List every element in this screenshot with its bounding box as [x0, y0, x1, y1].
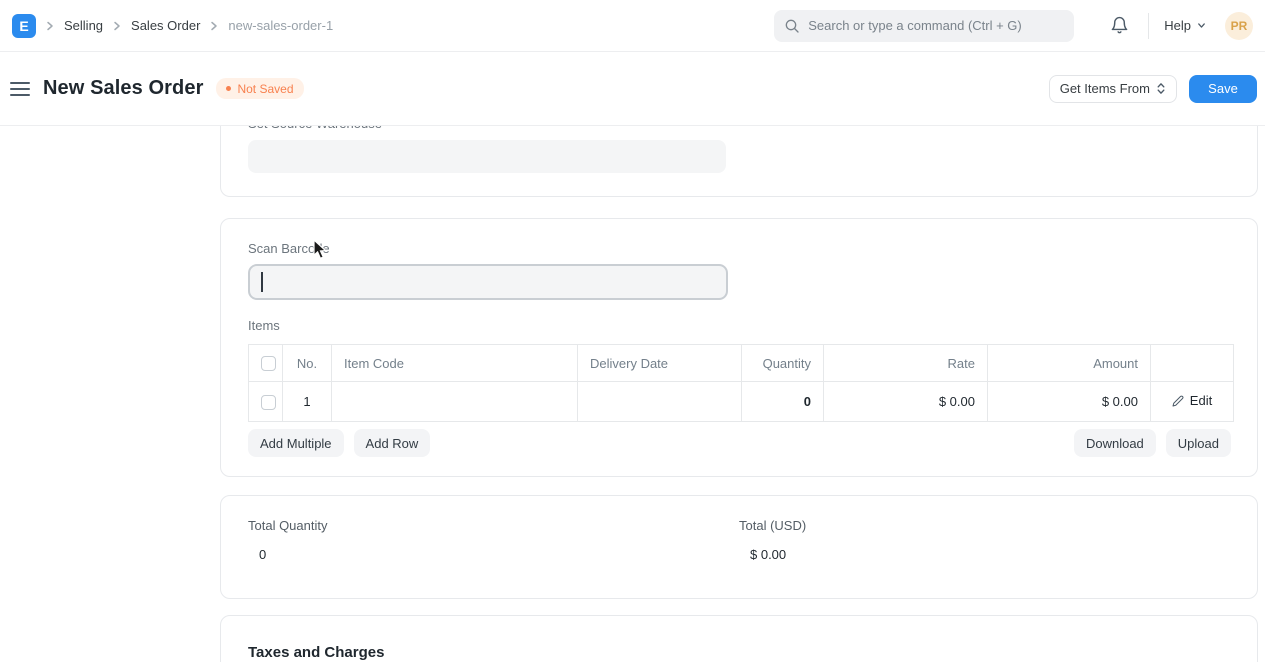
status-badge: Not Saved: [216, 78, 303, 99]
get-items-from-label: Get Items From: [1060, 81, 1150, 96]
breadcrumb-sales-order[interactable]: Sales Order: [131, 18, 200, 33]
chevron-right-icon: [207, 19, 221, 33]
bell-icon: [1110, 16, 1129, 35]
form-body: Set Source Warehouse Scan Barcode Items …: [0, 126, 1265, 662]
delivery-date-cell[interactable]: [578, 382, 742, 422]
row-index: 1: [283, 382, 332, 422]
breadcrumb: Selling Sales Order new-sales-order-1: [36, 18, 333, 33]
select-arrows-icon: [1156, 82, 1166, 95]
scan-barcode-label: Scan Barcode: [248, 241, 1231, 257]
status-dot-icon: [226, 86, 231, 91]
source-warehouse-section: Set Source Warehouse: [220, 126, 1258, 197]
column-header-rate: Rate: [824, 345, 988, 382]
breadcrumb-current: new-sales-order-1: [228, 18, 333, 33]
total-quantity-value: 0: [248, 547, 739, 562]
column-header-quantity: Quantity: [742, 345, 824, 382]
download-button[interactable]: Download: [1074, 429, 1156, 457]
select-all-checkbox[interactable]: [261, 356, 276, 371]
status-badge-label: Not Saved: [237, 82, 293, 96]
help-label: Help: [1164, 18, 1191, 33]
taxes-section: Taxes and Charges: [220, 615, 1258, 662]
get-items-from-button[interactable]: Get Items From: [1049, 75, 1177, 103]
quantity-cell[interactable]: 0: [742, 382, 824, 422]
top-navbar: E Selling Sales Order new-sales-order-1: [0, 0, 1265, 52]
edit-row-button[interactable]: Edit: [1172, 393, 1212, 408]
items-section: Scan Barcode Items No. Item Code Deliver…: [220, 218, 1258, 477]
items-table-header-row: No. Item Code Delivery Date Quantity Rat…: [249, 345, 1234, 382]
total-usd-value: $ 0.00: [739, 547, 1230, 562]
source-warehouse-label: Set Source Warehouse: [248, 126, 1230, 132]
chevron-down-icon: [1196, 20, 1207, 31]
taxes-section-title: Taxes and Charges: [248, 644, 1230, 661]
totals-section: Total Quantity 0 Total (USD) $ 0.00: [220, 495, 1258, 599]
upload-button[interactable]: Upload: [1166, 429, 1231, 457]
items-table-label: Items: [248, 318, 1231, 334]
page-title: New Sales Order: [43, 77, 203, 100]
chevron-right-icon: [43, 19, 57, 33]
app-logo-icon[interactable]: E: [12, 14, 36, 38]
pencil-icon: [1172, 395, 1184, 407]
amount-cell[interactable]: $ 0.00: [988, 382, 1151, 422]
avatar[interactable]: PR: [1225, 12, 1253, 40]
add-row-button[interactable]: Add Row: [354, 429, 431, 457]
notifications-button[interactable]: [1106, 12, 1133, 39]
breadcrumb-selling[interactable]: Selling: [64, 18, 103, 33]
save-button[interactable]: Save: [1189, 75, 1257, 103]
help-menu[interactable]: Help: [1164, 18, 1207, 33]
scan-barcode-input[interactable]: [248, 264, 728, 300]
items-table: No. Item Code Delivery Date Quantity Rat…: [248, 344, 1234, 422]
item-code-cell[interactable]: [332, 382, 578, 422]
add-multiple-button[interactable]: Add Multiple: [248, 429, 344, 457]
source-warehouse-input[interactable]: [248, 140, 726, 173]
sidebar-toggle-icon[interactable]: [10, 82, 30, 96]
row-checkbox[interactable]: [261, 395, 276, 410]
navbar-divider: [1148, 13, 1149, 39]
chevron-right-icon: [110, 19, 124, 33]
search-icon: [784, 18, 800, 34]
column-header-amount: Amount: [988, 345, 1151, 382]
edit-label: Edit: [1190, 393, 1212, 408]
global-search[interactable]: [774, 10, 1074, 42]
total-quantity-label: Total Quantity: [248, 518, 739, 534]
column-header-item-code: Item Code: [332, 345, 578, 382]
column-header-delivery-date: Delivery Date: [578, 345, 742, 382]
total-usd-label: Total (USD): [739, 518, 1230, 534]
page-header: New Sales Order Not Saved Get Items From…: [0, 52, 1265, 126]
rate-cell[interactable]: $ 0.00: [824, 382, 988, 422]
column-header-no: No.: [283, 345, 332, 382]
table-row: 1 0 $ 0.00 $ 0.00 Edit: [249, 382, 1234, 422]
text-caret: [261, 272, 263, 292]
search-input[interactable]: [808, 18, 1064, 33]
